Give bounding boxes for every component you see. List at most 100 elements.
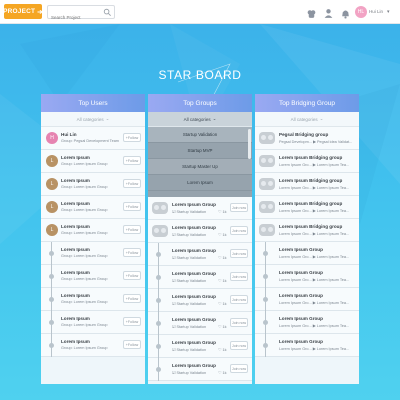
user-name[interactable]: Lorem Ipsum xyxy=(61,224,90,229)
bridging-group-name[interactable]: Lorem Ipsum Bridging group xyxy=(279,155,342,160)
follow-button[interactable]: + Follow xyxy=(123,202,141,211)
join-button[interactable]: Join now xyxy=(230,226,248,235)
user-name[interactable]: Lorem Ipsum xyxy=(61,316,90,321)
user-name[interactable]: Lorem Ipsum xyxy=(61,293,90,298)
user-name[interactable]: Lorem Ipsum xyxy=(61,339,90,344)
join-button[interactable]: Join now xyxy=(230,364,248,373)
bell-icon[interactable] xyxy=(340,6,351,19)
bridging-group-name[interactable]: Lorem Ipsum Bridging group xyxy=(279,224,342,229)
category-filter[interactable]: All categories ⌄ xyxy=(148,112,252,127)
search-icon[interactable] xyxy=(103,8,112,17)
user-avatar[interactable]: HL xyxy=(355,6,367,18)
bridging-group-name[interactable]: Pegsal Bridging group xyxy=(279,132,328,137)
user-name[interactable]: Hui Lin xyxy=(61,132,77,137)
bridging-row[interactable]: Lorem Ipsum Group Lorem Ipsum Gro... ▶ L… xyxy=(255,334,359,357)
group-row[interactable]: Lorem Ipsum Group ☑ Startup Validation ♡… xyxy=(148,197,252,220)
follow-button[interactable]: + Follow xyxy=(123,248,141,257)
group-name[interactable]: Lorem Ipsum Group xyxy=(172,248,216,253)
group-row[interactable]: Lorem Ipsum Group ☑ Startup Validation ♡… xyxy=(148,358,252,381)
bridging-group-name[interactable]: Lorem Ipsum Group xyxy=(279,270,323,275)
user-row[interactable]: H Hui Lin Group: Pegsal Development Team… xyxy=(41,127,145,150)
bridging-row[interactable]: Pegsal Bridging group Pegsal Developm...… xyxy=(255,127,359,150)
user-row[interactable]: Lorem Ipsum Group: Lorem Ipsum Group + Fo… xyxy=(41,242,145,265)
group-name[interactable]: Lorem Ipsum Group xyxy=(172,225,216,230)
group-name[interactable]: Lorem Ipsum Group xyxy=(172,294,216,299)
bridging-group-name[interactable]: Lorem Ipsum Bridging group xyxy=(279,201,342,206)
user-row[interactable]: L Lorem Ipsum Group: Lorem Ipsum Group +… xyxy=(41,150,145,173)
group-row[interactable]: Lorem Ipsum Group ☑ Startup Validation ♡… xyxy=(148,243,252,266)
join-button[interactable]: Join now xyxy=(230,203,248,212)
group-name[interactable]: Lorem Ipsum Group xyxy=(172,363,216,368)
follow-button[interactable]: + Follow xyxy=(123,340,141,349)
bridging-group-name[interactable]: Lorem Ipsum Group xyxy=(279,247,323,252)
dropdown-option[interactable]: Startup MVP xyxy=(148,143,252,159)
join-button[interactable]: Join now xyxy=(230,249,248,258)
timeline-dot xyxy=(156,298,161,303)
group-likes: ♡ 1k xyxy=(218,325,227,329)
bridging-row[interactable]: Lorem Ipsum Group Lorem Ipsum Gro... ▶ L… xyxy=(255,311,359,334)
dropdown-scrollbar[interactable] xyxy=(248,129,251,159)
follow-button[interactable]: + Follow xyxy=(123,317,141,326)
group-category: ☑ Startup Validation xyxy=(172,302,207,306)
user-name[interactable]: Lorem Ipsum xyxy=(61,155,90,160)
group-name[interactable]: Lorem Ipsum Group xyxy=(172,340,216,345)
user-row[interactable]: Lorem Ipsum Group: Lorem Ipsum Group + Fo… xyxy=(41,334,145,357)
bridging-row[interactable]: Lorem Ipsum Bridging group Lorem Ipsum G… xyxy=(255,173,359,196)
search-input[interactable] xyxy=(48,11,104,24)
group-category: ☑ Startup Validation xyxy=(172,325,207,329)
user-row[interactable]: L Lorem Ipsum Group: Lorem Ipsum Group +… xyxy=(41,219,145,242)
user-row[interactable]: Lorem Ipsum Group: Lorem Ipsum Group + Fo… xyxy=(41,311,145,334)
bridging-row[interactable]: Lorem Ipsum Group Lorem Ipsum Gro... ▶ L… xyxy=(255,265,359,288)
user-row[interactable]: L Lorem Ipsum Group: Lorem Ipsum Group +… xyxy=(41,196,145,219)
group-row[interactable]: Lorem Ipsum Group ☑ Startup Validation ♡… xyxy=(148,220,252,243)
group-row[interactable]: Lorem Ipsum Group ☑ Startup Validation ♡… xyxy=(148,289,252,312)
category-filter[interactable]: All categories ⌄ xyxy=(255,112,359,127)
users-icon[interactable] xyxy=(323,6,334,18)
avatar: L xyxy=(46,155,58,167)
bridging-row[interactable]: Lorem Ipsum Group Lorem Ipsum Gro... ▶ L… xyxy=(255,288,359,311)
search-box[interactable] xyxy=(47,5,115,24)
bridging-group-name[interactable]: Lorem Ipsum Bridging group xyxy=(279,178,342,183)
bridging-row[interactable]: Lorem Ipsum Bridging group Lorem Ipsum G… xyxy=(255,150,359,173)
bridging-group-name[interactable]: Lorem Ipsum Group xyxy=(279,339,323,344)
user-name[interactable]: Lorem Ipsum xyxy=(61,201,90,206)
group-row[interactable]: Lorem Ipsum Group ☑ Startup Validation ♡… xyxy=(148,335,252,358)
join-button[interactable]: Join now xyxy=(230,341,248,350)
group-name[interactable]: Lorem Ipsum Group xyxy=(172,271,216,276)
bridging-row[interactable]: Lorem Ipsum Bridging group Lorem Ipsum G… xyxy=(255,219,359,242)
follow-button[interactable]: + Follow xyxy=(123,225,141,234)
bridging-row[interactable]: Lorem Ipsum Bridging group Lorem Ipsum G… xyxy=(255,196,359,219)
bridging-group-name[interactable]: Lorem Ipsum Group xyxy=(279,293,323,298)
join-button[interactable]: Join now xyxy=(230,318,248,327)
follow-button[interactable]: + Follow xyxy=(123,271,141,280)
project-logo-button[interactable]: PROJECT ➔ xyxy=(3,4,43,19)
dropdown-option[interactable]: Lorem Ipsum xyxy=(148,175,252,191)
follow-button[interactable]: + Follow xyxy=(123,179,141,188)
owl-icon[interactable] xyxy=(306,6,317,18)
group-row[interactable]: Lorem Ipsum Group ☑ Startup Validation ♡… xyxy=(148,312,252,335)
user-name[interactable]: Lorem Ipsum xyxy=(61,270,90,275)
group-row[interactable]: Lorem Ipsum Group ☑ Startup Validation ♡… xyxy=(148,266,252,289)
group-name[interactable]: Lorem Ipsum Group xyxy=(172,202,216,207)
dropdown-option[interactable]: Startup Validation xyxy=(148,127,252,143)
follow-button[interactable]: + Follow xyxy=(123,294,141,303)
group-name[interactable]: Lorem Ipsum Group xyxy=(172,317,216,322)
bridging-row[interactable]: Lorem Ipsum Group Lorem Ipsum Gro... ▶ L… xyxy=(255,242,359,265)
user-row[interactable]: Lorem Ipsum Group: Lorem Ipsum Group + Fo… xyxy=(41,265,145,288)
user-name[interactable]: Lorem Ipsum xyxy=(61,178,90,183)
user-row[interactable]: L Lorem Ipsum Group: Lorem Ipsum Group +… xyxy=(41,173,145,196)
dropdown-option[interactable]: Startup Master Up xyxy=(148,159,252,175)
follow-button[interactable]: + Follow xyxy=(123,133,141,142)
timeline-dot xyxy=(156,321,161,326)
follow-button[interactable]: + Follow xyxy=(123,156,141,165)
group-likes: ♡ 1k xyxy=(218,302,227,306)
chevron-down-icon: ⌄ xyxy=(319,116,324,121)
user-name[interactable]: Lorem Ipsum xyxy=(61,247,90,252)
user-name[interactable]: Hui Lin xyxy=(369,9,383,14)
chevron-down-icon[interactable]: ▾ xyxy=(387,9,390,15)
category-filter[interactable]: All categories ⌄ xyxy=(41,112,145,127)
join-button[interactable]: Join now xyxy=(230,295,248,304)
join-button[interactable]: Join now xyxy=(230,272,248,281)
user-row[interactable]: Lorem Ipsum Group: Lorem Ipsum Group + Fo… xyxy=(41,288,145,311)
bridging-group-name[interactable]: Lorem Ipsum Group xyxy=(279,316,323,321)
